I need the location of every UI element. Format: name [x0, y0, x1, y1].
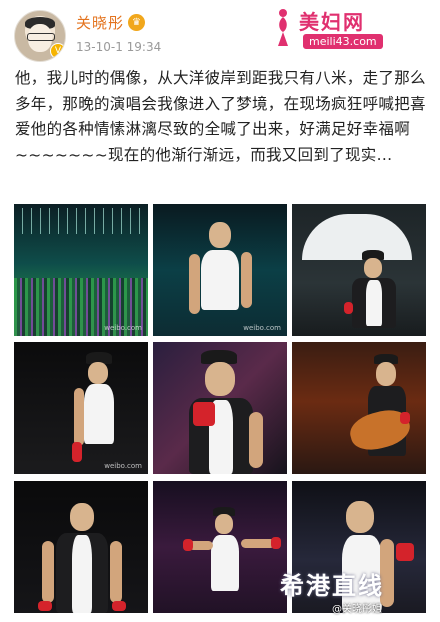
- singer-arm: [241, 539, 275, 548]
- singer-glove: [400, 412, 410, 424]
- photo-tag: weibo.com: [104, 324, 142, 332]
- singer-arm: [110, 541, 122, 603]
- photo-tag: weibo.com: [104, 462, 142, 470]
- vip-crown-icon: ♛: [128, 14, 145, 31]
- user-avatar[interactable]: V: [14, 10, 66, 62]
- singer-glove: [271, 537, 281, 549]
- singer-glove: [38, 601, 52, 611]
- singer-head: [376, 362, 396, 386]
- singer-arm: [189, 254, 200, 314]
- singer-tank-top: [84, 384, 114, 444]
- umbrella: [302, 214, 412, 260]
- post-timestamp[interactable]: 13-10-1 19:34: [76, 40, 161, 54]
- singer-glove: [183, 539, 193, 551]
- watermark-logo: 希港直线: [280, 572, 384, 600]
- watermark-brand: 美妇网: [299, 10, 365, 34]
- singer-head: [364, 258, 382, 278]
- photo-1-concert-crowd[interactable]: weibo.com: [14, 204, 148, 336]
- photo-4-singer-hat[interactable]: weibo.com: [14, 342, 148, 474]
- singer-arm: [74, 388, 84, 446]
- singer-head: [88, 362, 108, 384]
- verified-badge-icon: V: [50, 43, 65, 59]
- watermark-bottom: 希港直线 @关晓彤姐: [280, 560, 436, 618]
- singer-glove: [193, 402, 215, 426]
- watermark-top: 美妇网 meili43.com: [271, 6, 431, 54]
- singer-glove: [396, 543, 414, 561]
- username[interactable]: 关晓彤: [76, 12, 124, 33]
- singer-tank-top: [211, 535, 239, 591]
- stage-lights: [14, 208, 148, 234]
- watermark-handle: @关晓彤姐: [332, 604, 382, 615]
- singer-tank-top: [201, 250, 239, 310]
- weibo-post: V 关晓彤 ♛ 13-10-1 19:34 美妇网 meili43.com 他，…: [0, 0, 440, 622]
- singer-arm: [241, 252, 252, 308]
- watermark-url: meili43.com: [303, 34, 383, 49]
- singer-head: [70, 503, 94, 531]
- singer-tank-top: [366, 280, 382, 326]
- singer-arm: [42, 541, 54, 603]
- photo-8-singer-dance[interactable]: [153, 481, 287, 613]
- singer-head: [346, 501, 374, 533]
- photo-tag: weibo.com: [243, 324, 281, 332]
- post-text: 他，我儿时的偶像，从大洋彼岸到距我只有八米，走了那么多年，那晚的演唱会我像进入了…: [15, 69, 426, 164]
- singer-glove: [112, 601, 126, 611]
- singer-arm: [249, 412, 263, 468]
- photo-2-singer[interactable]: weibo.com: [153, 204, 287, 336]
- singer-glove: [72, 442, 82, 462]
- photo-6-guitar[interactable]: [292, 342, 426, 474]
- photo-7-singer-vest[interactable]: [14, 481, 148, 613]
- woman-silhouette-icon: [278, 9, 288, 46]
- image-grid: weibo.com weibo.com weibo.com: [12, 204, 428, 614]
- avatar-glasses: [27, 33, 55, 41]
- singer-tank-top: [72, 535, 92, 613]
- photo-5-singer-close[interactable]: [153, 342, 287, 474]
- singer-head: [209, 222, 231, 248]
- singer-glove: [344, 302, 353, 314]
- photo-3-umbrella[interactable]: [292, 204, 426, 336]
- singer-head: [205, 362, 235, 396]
- singer-head: [215, 514, 233, 534]
